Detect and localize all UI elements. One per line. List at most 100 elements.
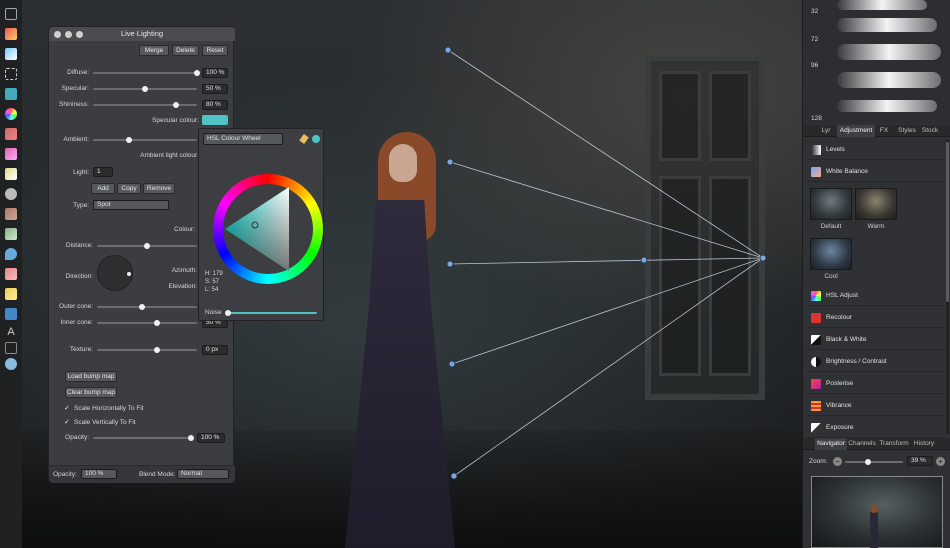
footer-opacity-select[interactable]: 100 %	[81, 469, 117, 479]
tab-history[interactable]: History	[911, 438, 937, 450]
pen-tool-icon[interactable]	[5, 288, 17, 300]
paint-brush-icon[interactable]	[5, 128, 17, 140]
crop-tool-icon[interactable]	[5, 8, 17, 20]
preset-thumb-cool[interactable]	[810, 238, 852, 270]
texture-value-field[interactable]: 0 px	[202, 345, 228, 355]
inner-cone-slider[interactable]	[97, 320, 197, 326]
clear-bump-map-button[interactable]: Clear bump map	[65, 387, 117, 398]
healing-tool-icon[interactable]	[5, 228, 17, 240]
brush-tool-icon[interactable]	[5, 28, 17, 40]
tab-navigator[interactable]: Navigator	[815, 438, 847, 450]
slider-knob[interactable]	[144, 243, 150, 249]
distance-slider[interactable]	[97, 243, 197, 249]
adjustment-recolour[interactable]: Recolour	[807, 308, 945, 328]
diffuse-value-field[interactable]: 100 %	[202, 68, 228, 78]
slider-knob[interactable]	[864, 459, 871, 465]
colour-picker-icon[interactable]	[5, 108, 17, 120]
brush-preset[interactable]	[837, 100, 937, 112]
opacity-value-field[interactable]: 100 %	[197, 433, 225, 443]
light-stepper[interactable]: 1	[93, 167, 113, 177]
slider-knob[interactable]	[194, 70, 200, 76]
light-handle[interactable]	[448, 360, 456, 368]
specular-value-field[interactable]: 50 %	[202, 84, 228, 94]
reset-button[interactable]: Reset	[202, 45, 228, 56]
tab-adjustment[interactable]: Adjustment	[837, 125, 875, 137]
tab-fx[interactable]: FX	[877, 125, 891, 137]
tab-styles[interactable]: Styles	[895, 125, 919, 137]
navigator-preview[interactable]	[811, 476, 943, 548]
adjustment-vibrance[interactable]: Vibrance	[807, 396, 945, 416]
type-select[interactable]: Spot	[93, 200, 169, 210]
slider-knob[interactable]	[154, 347, 160, 353]
adjustment-scrollbar[interactable]	[946, 140, 949, 434]
shininess-value-field[interactable]: 80 %	[202, 100, 228, 110]
pixel-tool-icon[interactable]	[5, 148, 17, 160]
light-handle[interactable]	[446, 260, 454, 268]
scale-h-checkbox[interactable]: ✓	[64, 405, 71, 412]
zoom-tool-icon[interactable]	[5, 358, 17, 370]
light-handle[interactable]	[446, 158, 454, 166]
marquee-tool-icon[interactable]	[5, 68, 17, 80]
light-source-handle[interactable]	[759, 254, 767, 262]
clone-tool-icon[interactable]	[5, 208, 17, 220]
adjustment-levels[interactable]: Levels	[807, 140, 945, 160]
zoom-value-field[interactable]: 39 %	[907, 456, 933, 466]
texture-slider[interactable]	[97, 347, 197, 353]
saturation-triangle[interactable]	[199, 129, 325, 322]
add-light-button[interactable]: Add	[91, 183, 115, 194]
slider-knob[interactable]	[126, 137, 133, 143]
opacity-slider[interactable]	[93, 435, 194, 441]
brush-preset[interactable]	[837, 0, 927, 10]
scale-v-checkbox[interactable]: ✓	[64, 419, 71, 426]
preset-thumb-default[interactable]	[810, 188, 852, 220]
brush-preset[interactable]	[837, 72, 941, 88]
tab-layers[interactable]: Lyr	[817, 125, 835, 137]
minimize-dot-icon[interactable]	[65, 31, 72, 38]
adjustment-exposure[interactable]: Exposure	[807, 418, 945, 438]
dodge-tool-icon[interactable]	[5, 188, 17, 200]
blur-tool-icon[interactable]	[5, 248, 17, 260]
light-handle[interactable]	[640, 256, 648, 264]
noise-slider[interactable]	[225, 310, 317, 316]
copy-light-button[interactable]: Copy	[117, 183, 141, 194]
adjustment-black-white[interactable]: Black & White	[807, 330, 945, 350]
slider-knob[interactable]	[173, 102, 180, 108]
zoom-out-icon[interactable]: −	[833, 457, 842, 466]
specular-colour-swatch[interactable]	[202, 115, 228, 125]
preset-thumb-warm[interactable]	[855, 188, 897, 220]
adjustment-hsl[interactable]: HSL Adjust	[807, 286, 945, 306]
load-bump-map-button[interactable]: Load bump map	[65, 371, 117, 382]
tab-stock[interactable]: Stock	[919, 125, 941, 137]
light-handle[interactable]	[450, 472, 458, 480]
ambient-slider[interactable]	[93, 137, 197, 143]
patch-tool-icon[interactable]	[5, 268, 17, 280]
direction-dial[interactable]	[97, 255, 133, 291]
table-tool-icon[interactable]	[5, 342, 17, 354]
tab-channels[interactable]: Channels	[847, 438, 877, 450]
diffuse-slider[interactable]	[93, 70, 200, 76]
eraser-tool-icon[interactable]	[5, 168, 17, 180]
delete-button[interactable]: Delete	[172, 45, 199, 56]
adjustment-posterise[interactable]: Posterise	[807, 374, 945, 394]
text-tool-icon[interactable]: A	[5, 326, 17, 338]
fill-tool-icon[interactable]	[5, 88, 17, 100]
wand-tool-icon[interactable]	[5, 48, 17, 60]
slider-knob[interactable]	[142, 86, 148, 92]
adjustment-white-balance[interactable]: White Balance	[807, 162, 945, 182]
slider-knob[interactable]	[154, 320, 160, 326]
blend-mode-select[interactable]: Normal	[177, 469, 229, 479]
zoom-dot-icon[interactable]	[76, 31, 83, 38]
zoom-slider[interactable]	[845, 459, 903, 465]
brush-preset[interactable]	[837, 44, 941, 60]
specular-slider[interactable]	[93, 86, 197, 92]
shininess-slider[interactable]	[93, 102, 197, 108]
slider-knob[interactable]	[225, 310, 231, 316]
remove-light-button[interactable]: Remove	[143, 183, 175, 194]
shape-tool-icon[interactable]	[5, 308, 17, 320]
light-handle[interactable]	[444, 46, 452, 54]
merge-button[interactable]: Merge	[139, 45, 169, 56]
slider-knob[interactable]	[139, 304, 145, 310]
tab-transform[interactable]: Transform	[877, 438, 911, 450]
slider-knob[interactable]	[188, 435, 194, 441]
brush-preset[interactable]	[837, 18, 937, 32]
